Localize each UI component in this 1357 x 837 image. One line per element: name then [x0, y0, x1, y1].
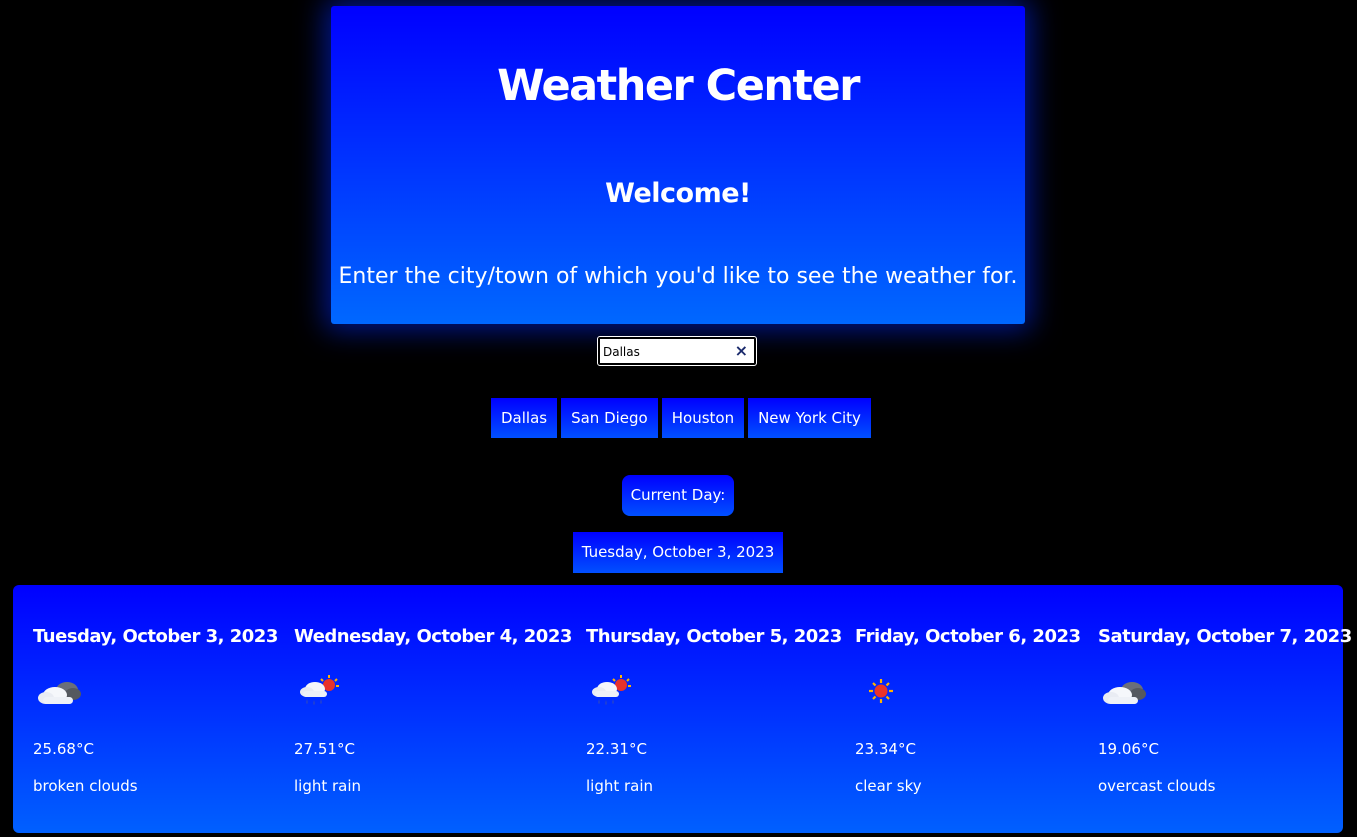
forecast-temperature: 23.34°C [855, 740, 916, 758]
forecast-temperature: 22.31°C [586, 740, 647, 758]
city-shortcut-buttons: Dallas San Diego Houston New York City [491, 398, 871, 438]
instructions-text: Enter the city/town of which you'd like … [338, 264, 1018, 289]
forecast-description: clear sky [855, 777, 922, 795]
clear-sky-icon [859, 673, 903, 709]
forecast-description: overcast clouds [1098, 777, 1216, 795]
forecast-temperature: 19.06°C [1098, 740, 1159, 758]
overcast-clouds-icon [1102, 673, 1146, 709]
city-search-input[interactable] [603, 343, 731, 361]
welcome-heading: Welcome! [605, 178, 751, 209]
city-button-san-diego[interactable]: San Diego [561, 398, 658, 438]
forecast-temperature: 25.68°C [33, 740, 94, 758]
current-day-label: Current Day: [622, 475, 734, 516]
forecast-date: Thursday, October 5, 2023 [586, 626, 842, 647]
forecast-description: light rain [586, 777, 654, 795]
forecast-description: light rain [294, 777, 362, 795]
city-button-houston[interactable]: Houston [661, 398, 745, 438]
current-date: Tuesday, October 3, 2023 [573, 532, 783, 573]
city-search-box: × [597, 336, 757, 366]
city-button-dallas[interactable]: Dallas [491, 398, 558, 438]
light-rain-icon [590, 673, 634, 709]
forecast-temperature: 27.51°C [294, 740, 355, 758]
city-button-new-york-city[interactable]: New York City [748, 398, 871, 438]
five-day-forecast: Tuesday, October 3, 2023 25.68°C broken … [13, 585, 1352, 833]
broken-clouds-icon [37, 673, 81, 709]
forecast-date: Tuesday, October 3, 2023 [33, 626, 278, 647]
forecast-date: Wednesday, October 4, 2023 [294, 626, 572, 647]
forecast-description: broken clouds [33, 777, 138, 795]
forecast-date: Saturday, October 7, 2023 [1098, 626, 1352, 647]
weather-page: Weather Center Welcome! Enter the city/t… [0, 0, 1357, 837]
forecast-date: Friday, October 6, 2023 [855, 626, 1081, 647]
welcome-panel: Weather Center Welcome! Enter the city/t… [331, 6, 1025, 324]
clear-search-icon[interactable]: × [735, 342, 748, 360]
page-title: Weather Center [497, 61, 860, 111]
light-rain-icon [298, 673, 342, 709]
